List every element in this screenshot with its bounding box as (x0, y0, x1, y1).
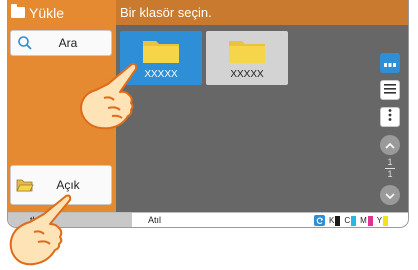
view-controls: 1 1 (372, 25, 408, 212)
chevron-up-icon (385, 136, 395, 154)
total-pages: 1 (387, 169, 393, 179)
toner-k: K (329, 215, 341, 226)
folder-icon (228, 38, 266, 64)
scroll-up-button[interactable] (380, 135, 400, 155)
more-options-icon (388, 108, 392, 126)
search-button[interactable]: Ara (10, 30, 112, 56)
folder-icon (142, 38, 180, 64)
list-view-button[interactable] (380, 80, 400, 100)
pointing-hand-icon (80, 62, 138, 130)
folder-name: XXXXX (144, 69, 178, 80)
panel-title: Yükle (8, 0, 116, 25)
toner-k-bar (335, 215, 341, 226)
scroll-down-button[interactable] (380, 185, 400, 205)
toner-y-label: Y (376, 216, 383, 225)
folder-tile-2[interactable]: XXXXX (206, 31, 288, 85)
folder-icon (11, 4, 25, 18)
list-view-icon (384, 81, 396, 99)
grid-view-icon (384, 54, 396, 72)
header-bar: Bir klasör seçin. (116, 0, 408, 25)
more-options-button[interactable] (380, 107, 400, 127)
toner-c-bar (351, 215, 357, 226)
toner-m: M (360, 215, 373, 226)
toner-m-label: M (360, 216, 367, 225)
refresh-icon[interactable] (314, 215, 325, 226)
toner-c: C (344, 215, 357, 226)
folder-name: XXXXX (230, 69, 264, 80)
magnifier-icon (11, 35, 39, 51)
panel-title-label: Yükle (29, 4, 65, 21)
page-indicator: 1 1 (380, 158, 400, 179)
toner-y: Y (376, 215, 389, 226)
folder-grid: XXXXX XXXXX (116, 25, 372, 212)
toner-c-label: C (344, 216, 351, 225)
header-title: Bir klasör seçin. (120, 5, 212, 20)
toner-y-bar (383, 215, 389, 226)
toner-levels: K C M Y (314, 215, 390, 226)
pointing-hand-icon (9, 194, 72, 266)
skip-label[interactable]: Atıl (148, 213, 161, 227)
toner-m-bar (367, 215, 373, 226)
chevron-down-icon (385, 186, 395, 204)
current-page: 1 (387, 157, 393, 167)
toner-k-label: K (329, 216, 335, 225)
search-button-label: Ara (58, 36, 78, 50)
grid-view-button[interactable] (380, 53, 400, 73)
